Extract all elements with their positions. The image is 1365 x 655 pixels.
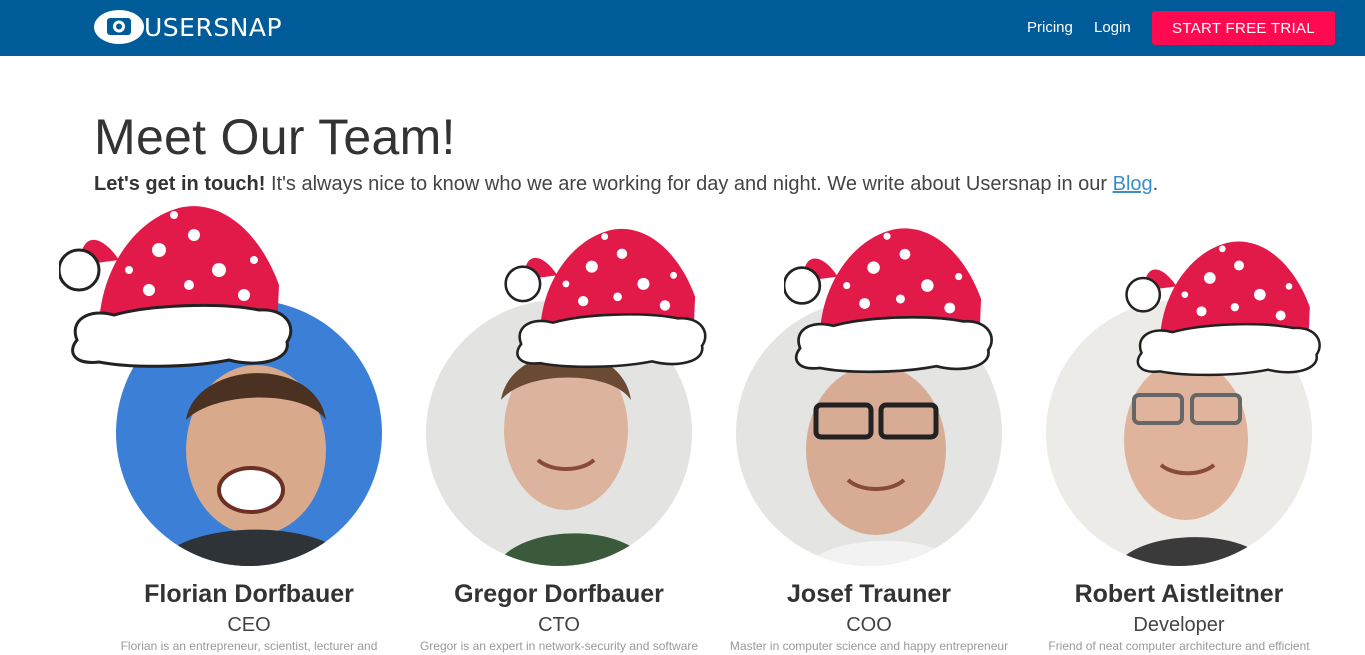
page-title: Meet Our Team! [94,109,456,165]
usersnap-logo[interactable]: USERSNAP [94,9,282,45]
intro-end: . [1152,173,1159,195]
member-bio: Florian is an entrepreneur, scientist, l… [120,639,378,653]
member-bio: Friend of neat computer architecture and… [1048,639,1310,653]
camera-logo-icon [94,10,144,44]
brand-name: USERSNAP [144,12,283,42]
member-name: Gregor Dorfbauer [454,580,664,608]
nav-pricing-link[interactable]: Pricing [1027,19,1073,36]
santa-hat-icon [1124,228,1329,378]
member-role: CTO [538,614,580,636]
member-role: Developer [1133,614,1225,636]
santa-hat-icon [504,215,714,370]
member-role: CEO [227,614,271,636]
intro-body: It's always nice to know who we are work… [265,173,1113,195]
top-navbar: USERSNAP Pricing Login START FREE TRIAL [0,0,1365,56]
nav-login-link[interactable]: Login [1094,19,1131,36]
member-bio: Master in computer science and happy ent… [729,639,1009,653]
member-name: Robert Aistleitner [1074,580,1284,608]
start-free-trial-button[interactable]: START FREE TRIAL [1152,11,1335,45]
member-name: Josef Trauner [787,580,951,608]
member-name: Florian Dorfbauer [144,580,354,608]
santa-hat-icon [59,190,299,370]
santa-hat-icon [784,212,999,377]
blog-link[interactable]: Blog [1113,173,1153,195]
member-role: COO [846,614,892,636]
member-bio: Gregor is an expert in network-security … [419,639,699,653]
